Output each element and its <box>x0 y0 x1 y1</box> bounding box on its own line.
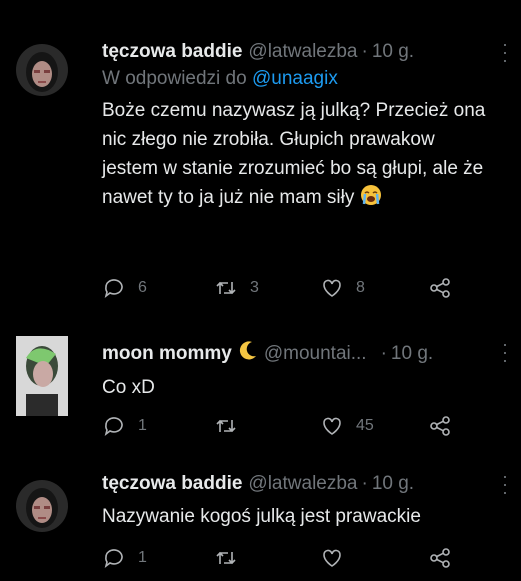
tweet-text: Nazywanie kogoś julką jest prawackie <box>102 506 421 527</box>
tweet-text: Boże czemu nazywasz ją julką? Przecież o… <box>102 96 494 215</box>
reply-button[interactable]: 6 <box>102 276 147 300</box>
more-options-icon[interactable]: · · · <box>499 467 509 501</box>
more-options-icon[interactable]: · · · <box>499 335 509 369</box>
reply-button[interactable]: 1 <box>102 414 147 438</box>
handle[interactable]: @latwalezba <box>248 472 357 496</box>
share-button[interactable] <box>428 276 452 300</box>
share-icon <box>430 548 450 568</box>
like-button[interactable]: 45 <box>320 414 374 438</box>
separator-dot: · <box>361 473 368 494</box>
tweet-actions: 6 3 8 <box>102 276 462 300</box>
reply-button[interactable]: 1 <box>102 546 147 570</box>
avatar[interactable] <box>16 480 68 532</box>
timestamp[interactable]: 10 g. <box>372 40 414 64</box>
share-button[interactable] <box>428 414 452 438</box>
timestamp[interactable]: 10 g. <box>372 472 414 496</box>
display-name[interactable]: moon mommy <box>102 342 232 366</box>
retweet-icon <box>216 419 236 433</box>
heart-icon <box>323 417 341 435</box>
tweet-header: tęczowa baddie @latwalezba · 10 g. <box>102 40 505 64</box>
retweet-icon <box>216 281 236 295</box>
separator-dot: · <box>361 41 368 62</box>
retweet-button[interactable] <box>214 546 238 570</box>
reply-icon <box>104 417 123 436</box>
share-icon <box>430 278 450 298</box>
more-options-icon[interactable]: · · · <box>499 35 509 69</box>
reply-count: 1 <box>138 417 147 434</box>
display-name[interactable]: tęczowa baddie <box>102 40 242 64</box>
handle[interactable]: @mountai... <box>264 342 367 366</box>
reply-count: 6 <box>138 279 147 296</box>
share-button[interactable] <box>428 546 452 570</box>
retweet-button[interactable] <box>214 414 250 438</box>
tweet-header: moon mommy @mountai... · 10 g. <box>102 340 505 367</box>
retweet-count: 3 <box>250 279 259 296</box>
like-count: 8 <box>356 279 365 296</box>
tweet-actions: 1 45 <box>102 414 462 438</box>
separator-dot: · <box>380 342 387 364</box>
loudly-crying-face-icon <box>360 184 382 215</box>
share-icon <box>430 416 450 436</box>
reply-to-link[interactable]: @unaagix <box>252 68 338 89</box>
handle[interactable]: @latwalezba <box>248 40 357 64</box>
reply-context: W odpowiedzi do @unaagix <box>102 68 505 90</box>
tweet-text-body: Boże czemu nazywasz ją julką? Przecież o… <box>102 100 486 208</box>
reply-count: 1 <box>138 549 147 566</box>
timestamp[interactable]: 10 g. <box>391 342 433 366</box>
tweet-header: tęczowa baddie @latwalezba · 10 g. <box>102 472 505 496</box>
like-button[interactable] <box>320 546 344 570</box>
heart-icon <box>323 549 341 567</box>
reply-icon <box>104 549 123 568</box>
avatar[interactable] <box>16 336 68 416</box>
heart-icon <box>323 279 341 297</box>
reply-icon <box>104 279 123 298</box>
like-button[interactable]: 8 <box>320 276 365 300</box>
crescent-moon-icon <box>238 340 258 367</box>
retweet-button[interactable]: 3 <box>214 276 259 300</box>
retweet-icon <box>216 551 236 565</box>
avatar[interactable] <box>16 44 68 96</box>
like-count: 45 <box>356 417 374 434</box>
display-name[interactable]: tęczowa baddie <box>102 472 242 496</box>
tweet-actions: 1 <box>102 546 462 570</box>
tweet-text: Co xD <box>102 377 155 398</box>
reply-prefix: W odpowiedzi do <box>102 68 247 89</box>
